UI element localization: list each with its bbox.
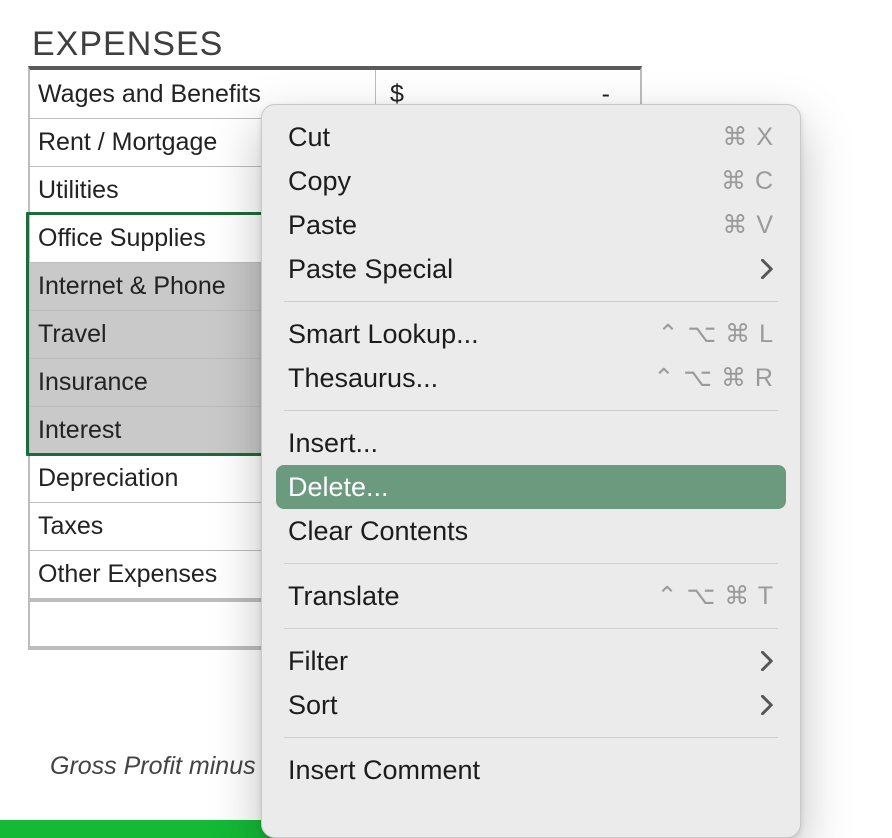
- context-menu: Cut ⌘ X Copy ⌘ C Paste ⌘ V Paste Special…: [261, 104, 801, 838]
- menu-item-filter[interactable]: Filter: [262, 639, 800, 683]
- menu-item-copy[interactable]: Copy ⌘ C: [262, 159, 800, 203]
- cell-text: Wages and Benefits: [38, 80, 261, 109]
- menu-item-insert-comment[interactable]: Insert Comment: [262, 748, 800, 792]
- menu-item-label: Paste: [288, 210, 722, 241]
- menu-item-thesaurus[interactable]: Thesaurus... ⌃ ⌥ ⌘ R: [262, 356, 800, 400]
- menu-item-label: Sort: [288, 690, 761, 721]
- menu-item-cut[interactable]: Cut ⌘ X: [262, 115, 800, 159]
- menu-item-shortcut: ⌘ C: [721, 166, 774, 196]
- menu-item-label: Copy: [288, 166, 721, 197]
- net-income-description: Gross Profit minus Tot: [50, 752, 296, 781]
- section-header-expenses: EXPENSES: [32, 25, 223, 64]
- menu-item-label: Smart Lookup...: [288, 319, 658, 350]
- menu-item-shortcut: ⌘ V: [722, 210, 774, 240]
- cell-text: Depreciation: [38, 464, 178, 493]
- menu-item-clear-contents[interactable]: Clear Contents: [262, 509, 800, 553]
- menu-item-label: Cut: [288, 122, 722, 153]
- menu-separator: [284, 301, 778, 302]
- menu-item-shortcut: ⌃ ⌥ ⌘ R: [653, 363, 774, 393]
- menu-item-translate[interactable]: Translate ⌃ ⌥ ⌘ T: [262, 574, 800, 618]
- cell-text: Utilities: [38, 176, 119, 205]
- menu-item-shortcut: ⌃ ⌥ ⌘ L: [658, 319, 775, 349]
- menu-separator: [284, 737, 778, 738]
- menu-item-label: Insert...: [288, 428, 774, 459]
- menu-item-shortcut: ⌘ X: [722, 122, 774, 152]
- cell-text: Taxes: [38, 512, 103, 541]
- cell-text: Interest: [38, 416, 121, 445]
- menu-separator: [284, 628, 778, 629]
- chevron-right-icon: [761, 259, 774, 279]
- cell-text: Travel: [38, 320, 107, 349]
- chevron-right-icon: [761, 695, 774, 715]
- cell-text: Insurance: [38, 368, 148, 397]
- menu-separator: [284, 563, 778, 564]
- menu-item-insert[interactable]: Insert...: [262, 421, 800, 465]
- cell-text: Office Supplies: [38, 224, 206, 253]
- menu-item-label: Translate: [288, 581, 657, 612]
- menu-item-delete[interactable]: Delete...: [276, 465, 786, 509]
- cell-text: Internet & Phone: [38, 272, 226, 301]
- menu-item-label: Thesaurus...: [288, 363, 653, 394]
- menu-item-label: Delete...: [288, 472, 774, 503]
- menu-item-paste-special[interactable]: Paste Special: [262, 247, 800, 291]
- cell-text: Other Expenses: [38, 560, 217, 589]
- menu-item-label: Paste Special: [288, 254, 761, 285]
- menu-item-label: Clear Contents: [288, 516, 774, 547]
- menu-item-label: Insert Comment: [288, 755, 774, 786]
- chevron-right-icon: [761, 651, 774, 671]
- cell-text: Rent / Mortgage: [38, 128, 217, 157]
- menu-item-smart-lookup[interactable]: Smart Lookup... ⌃ ⌥ ⌘ L: [262, 312, 800, 356]
- menu-separator: [284, 410, 778, 411]
- menu-item-label: Filter: [288, 646, 761, 677]
- menu-item-shortcut: ⌃ ⌥ ⌘ T: [657, 581, 774, 611]
- menu-item-paste[interactable]: Paste ⌘ V: [262, 203, 800, 247]
- menu-item-sort[interactable]: Sort: [262, 683, 800, 727]
